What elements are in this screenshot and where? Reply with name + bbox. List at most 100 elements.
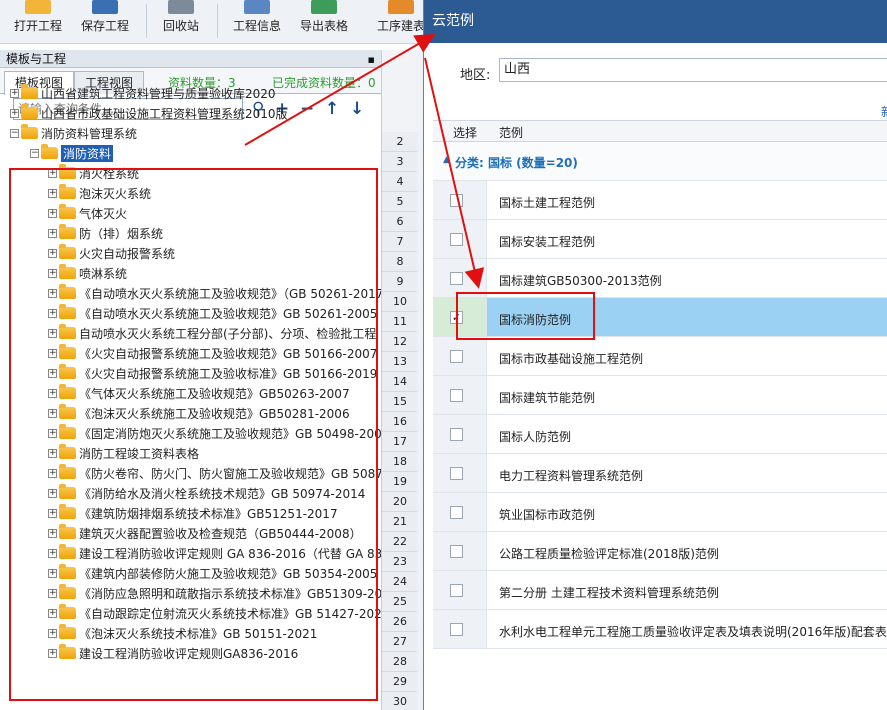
collapse-arrow-icon[interactable]: ▲	[443, 155, 450, 165]
select-checkbox[interactable]	[450, 545, 463, 558]
process-table-button[interactable]: 工序建表	[373, 0, 429, 44]
select-checkbox[interactable]	[450, 506, 463, 519]
col-select: 选择	[453, 126, 478, 140]
select-cell	[433, 220, 487, 258]
row-number: 30	[382, 692, 418, 710]
select-cell	[433, 454, 487, 492]
open-project-button[interactable]: 打开工程	[10, 0, 66, 44]
recycle-bin-button[interactable]: 回收站	[158, 0, 204, 44]
done-count: 已完成资料数量：0	[272, 76, 376, 90]
select-checkbox[interactable]	[450, 194, 463, 207]
folder-icon	[21, 104, 38, 119]
panel-title: 模板与工程 ▪	[0, 50, 381, 68]
row-number: 27	[382, 632, 418, 652]
select-checkbox[interactable]	[450, 389, 463, 402]
example-name: 国标市政基础设施工程范例	[499, 352, 644, 366]
select-checkbox[interactable]	[450, 467, 463, 480]
row-number: 28	[382, 652, 418, 672]
example-name: 国标人防范例	[499, 430, 572, 444]
select-cell	[433, 571, 487, 609]
folder-icon	[41, 144, 58, 159]
row-number: 7	[382, 232, 418, 252]
select-cell	[433, 376, 487, 414]
example-name: 国标土建工程范例	[499, 196, 596, 210]
collapse-icon[interactable]: −	[30, 148, 39, 158]
select-checkbox[interactable]	[450, 272, 463, 285]
select-checkbox[interactable]	[450, 350, 463, 363]
new-link[interactable]: 新	[881, 103, 887, 120]
row-number: 15	[382, 392, 418, 412]
cloud-example-dialog: 云范例 地区: 山西 新 选择 范例 ▲ 分类: 国标 (数量=20) 国标土建…	[423, 0, 887, 710]
tree-item[interactable]: − 消防资料管理系统	[10, 123, 137, 143]
row-number: 22	[382, 532, 418, 552]
example-row[interactable]: 国标市政基础设施工程范例	[433, 337, 887, 376]
row-number: 2	[382, 132, 418, 152]
layers-icon	[388, 0, 414, 14]
annotation-box-row	[456, 292, 595, 340]
example-row[interactable]: 第二分册 土建工程技术资料管理系统范例	[433, 571, 887, 610]
pin-icon[interactable]: ▪	[368, 51, 375, 69]
folder-open-icon	[25, 0, 51, 14]
move-up-icon[interactable]: ↑	[325, 99, 339, 119]
example-name: 国标安装工程范例	[499, 235, 596, 249]
row-number: 23	[382, 552, 418, 572]
example-row[interactable]: 筑业国标市政范例	[433, 493, 887, 532]
export-table-button[interactable]: 导出表格	[296, 0, 352, 44]
save-project-button[interactable]: 保存工程	[77, 0, 133, 44]
example-name: 国标建筑GB50300-2013范例	[499, 274, 662, 288]
row-number: 5	[382, 192, 418, 212]
select-cell	[433, 532, 487, 570]
example-row[interactable]: 公路工程质量检验评定标准(2018版)范例	[433, 532, 887, 571]
example-row[interactable]: 水利水电工程单元工程施工质量验收评定表及填表说明(2016年版)配套表格	[433, 610, 887, 649]
select-cell	[433, 610, 487, 648]
group-row[interactable]: ▲ 分类: 国标 (数量=20)	[433, 142, 887, 181]
folder-icon	[21, 84, 38, 99]
save-icon	[92, 0, 118, 14]
row-number: 8	[382, 252, 418, 272]
example-name: 水利水电工程单元工程施工质量验收评定表及填表说明(2016年版)配套表格	[499, 625, 887, 639]
example-row[interactable]: 国标土建工程范例	[433, 181, 887, 220]
move-down-icon[interactable]: ↓	[350, 99, 364, 119]
select-checkbox[interactable]	[450, 623, 463, 636]
row-number: 9	[382, 272, 418, 292]
example-name: 第二分册 土建工程技术资料管理系统范例	[499, 586, 719, 600]
row-number: 13	[382, 352, 418, 372]
recycle-bin-icon	[168, 0, 194, 14]
example-row[interactable]: 国标安装工程范例	[433, 220, 887, 259]
row-number: 12	[382, 332, 418, 352]
remove-icon[interactable]: −	[300, 99, 314, 119]
region-label: 地区:	[460, 68, 491, 83]
tree-item[interactable]: + 山西省市政基础设施工程资料管理系统2010版	[10, 103, 288, 123]
select-checkbox[interactable]	[450, 584, 463, 597]
export-icon	[311, 0, 337, 14]
example-row[interactable]: 国标建筑节能范例	[433, 376, 887, 415]
region-select[interactable]: 山西	[499, 58, 887, 82]
row-number: 21	[382, 512, 418, 532]
example-name: 筑业国标市政范例	[499, 508, 596, 522]
select-checkbox[interactable]	[450, 428, 463, 441]
select-checkbox[interactable]	[450, 233, 463, 246]
project-info-button[interactable]: 工程信息	[229, 0, 285, 44]
collapse-icon[interactable]: −	[10, 128, 19, 138]
example-row[interactable]: 国标人防范例	[433, 415, 887, 454]
example-row[interactable]: 电力工程资料管理系统范例	[433, 454, 887, 493]
row-number: 24	[382, 572, 418, 592]
tree-item[interactable]: − 消防资料	[30, 143, 114, 163]
select-cell	[433, 493, 487, 531]
expand-icon[interactable]: +	[10, 108, 19, 118]
row-number: 3	[382, 152, 418, 172]
annotation-box-tree	[9, 168, 378, 701]
select-cell	[433, 415, 487, 453]
row-number: 25	[382, 592, 418, 612]
expand-icon[interactable]: +	[10, 88, 19, 98]
row-number: 17	[382, 432, 418, 452]
tree-item[interactable]: + 山西省建筑工程资料管理与质量验收库2020	[10, 83, 276, 103]
row-number: 20	[382, 492, 418, 512]
row-number: 18	[382, 452, 418, 472]
row-number: 6	[382, 212, 418, 232]
grid-header: 选择 范例	[433, 120, 887, 142]
row-number: 11	[382, 312, 418, 332]
row-number: 16	[382, 412, 418, 432]
row-number: 14	[382, 372, 418, 392]
toolbar-divider	[146, 4, 147, 38]
